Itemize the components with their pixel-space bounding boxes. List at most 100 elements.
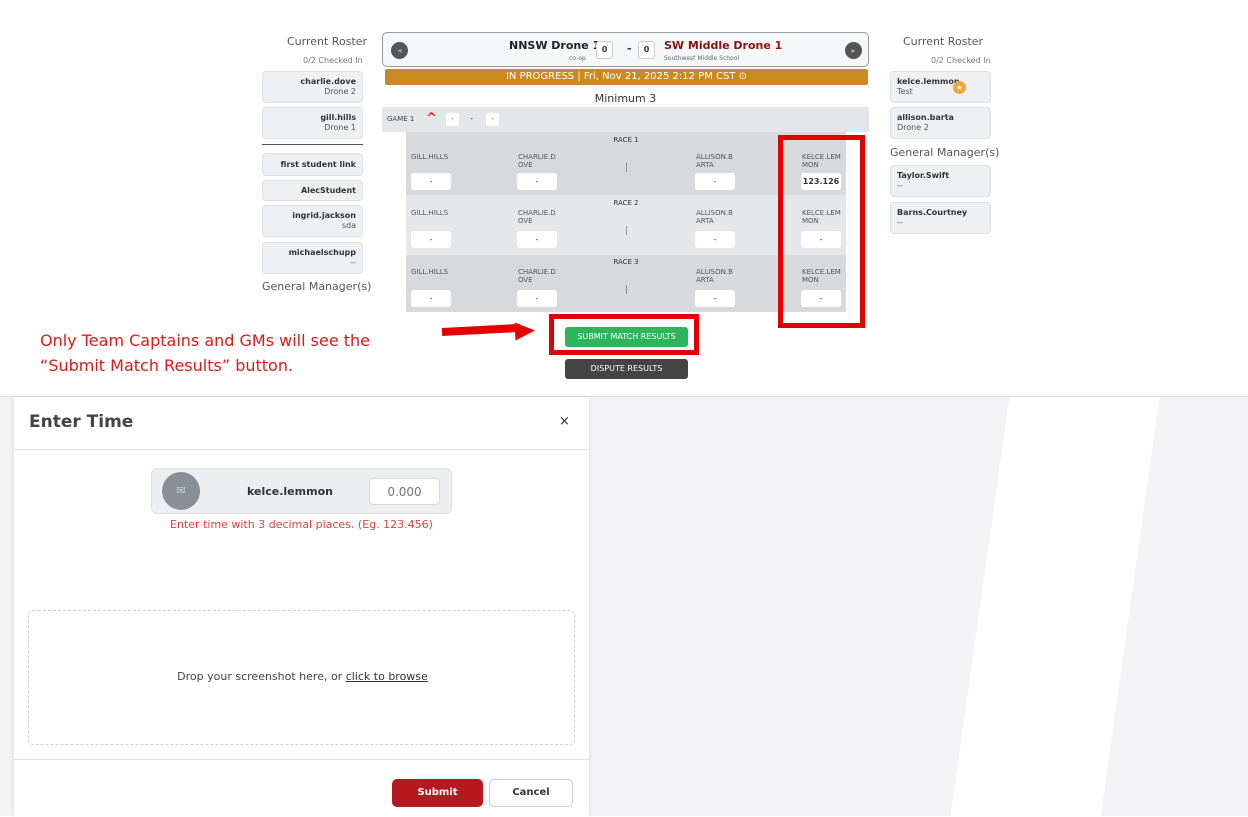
minimum-label: Minimum 3 bbox=[594, 92, 657, 105]
left-roster-member[interactable]: AlecStudent bbox=[262, 180, 363, 201]
close-icon[interactable]: × bbox=[559, 414, 570, 429]
left-roster-member[interactable]: first student link bbox=[262, 153, 363, 176]
race-player: CHARLIE.D OVE bbox=[518, 153, 556, 169]
race-player: GILL.HILLS bbox=[411, 209, 449, 217]
game-bar[interactable]: GAME 1 ^ - - - bbox=[382, 107, 869, 132]
game-score-right: - bbox=[486, 113, 499, 126]
modal-header-divider bbox=[14, 449, 589, 450]
left-roster-title: Current Roster bbox=[287, 35, 368, 48]
away-team-name[interactable]: SW Middle Drone 1 bbox=[664, 39, 782, 52]
time-entry-row: ✉ kelce.lemmon bbox=[151, 468, 452, 514]
home-score: 0 bbox=[596, 41, 613, 59]
away-team-logo-icon[interactable]: ▸ bbox=[845, 42, 862, 59]
race-player: CHARLIE.D OVE bbox=[518, 268, 556, 284]
chevron-up-icon[interactable]: ^ bbox=[426, 111, 437, 126]
right-roster-player[interactable]: allison.barta Drone 2 bbox=[890, 107, 991, 139]
race-time-input[interactable]: - bbox=[411, 290, 451, 307]
game-label: GAME 1 bbox=[387, 115, 415, 123]
right-roster-player[interactable]: kelce.lemmon Test ★ bbox=[890, 71, 991, 103]
browse-link[interactable]: click to browse bbox=[346, 670, 428, 683]
gm-sub: -- bbox=[897, 218, 903, 227]
cancel-button[interactable]: Cancel bbox=[489, 779, 573, 807]
player-sub: Drone 1 bbox=[324, 123, 356, 132]
race-separator: | bbox=[625, 163, 629, 173]
player-name: charlie.dove bbox=[300, 77, 356, 86]
left-roster-member[interactable]: michaelschupp -- bbox=[262, 242, 363, 274]
captain-star-icon: ★ bbox=[953, 81, 966, 94]
race-time-input[interactable]: - bbox=[695, 231, 735, 248]
race-player: GILL.HILLS bbox=[411, 268, 449, 276]
home-team-logo-icon[interactable]: ◂ bbox=[391, 42, 408, 59]
race-time-input[interactable]: - bbox=[411, 173, 451, 190]
annotation-arrow-shaft bbox=[441, 323, 521, 336]
annotation-arrow-head-icon bbox=[514, 321, 536, 341]
member-name: michaelschupp bbox=[288, 248, 356, 257]
left-roster-player[interactable]: gill.hills Drone 1 bbox=[262, 107, 363, 139]
member-name: AlecStudent bbox=[300, 186, 356, 195]
member-sub: -- bbox=[350, 258, 356, 267]
entry-player-name: kelce.lemmon bbox=[247, 485, 333, 498]
background-stripe bbox=[950, 397, 1160, 817]
dropzone-label: Drop your screenshot here, or bbox=[177, 670, 346, 683]
time-hint: Enter time with 3 decimal places. (Eg. 1… bbox=[170, 518, 433, 531]
gm-card[interactable]: Barns.Courtney -- bbox=[890, 202, 991, 234]
home-team-sub: co-op bbox=[569, 55, 586, 62]
modal-footer-divider bbox=[14, 759, 589, 760]
race-time-input[interactable]: - bbox=[517, 231, 557, 248]
race-player: ALLISON.B ARTA bbox=[696, 153, 733, 169]
player-name: allison.barta bbox=[897, 113, 954, 122]
player-sub: Drone 2 bbox=[897, 123, 929, 132]
race-player: ALLISON.B ARTA bbox=[696, 268, 733, 284]
left-gm-title: General Manager(s) bbox=[262, 280, 372, 293]
enter-time-modal: Enter Time × ✉ kelce.lemmon Enter time w… bbox=[14, 397, 589, 817]
race-time-input[interactable]: - bbox=[695, 173, 735, 190]
member-sub: sda bbox=[341, 221, 356, 230]
player-name: gill.hills bbox=[320, 113, 356, 122]
modal-title: Enter Time bbox=[29, 412, 134, 432]
gm-name: Barns.Courtney bbox=[897, 208, 968, 217]
left-roster-player[interactable]: charlie.dove Drone 2 bbox=[262, 71, 363, 103]
member-name: first student link bbox=[280, 160, 356, 169]
race-time-input[interactable]: - bbox=[517, 290, 557, 307]
dispute-results-button[interactable]: DISPUTE RESULTS bbox=[565, 359, 688, 379]
match-panel: Current Roster 0/2 Checked In charlie.do… bbox=[0, 0, 1248, 396]
annotation-text: Only Team Captains and GMs will see the … bbox=[40, 328, 370, 378]
game-score-left: - bbox=[446, 113, 459, 126]
submit-match-results-button[interactable]: SUBMIT MATCH RESULTS bbox=[565, 327, 688, 347]
race-time-input[interactable]: - bbox=[517, 173, 557, 190]
race-separator: | bbox=[625, 285, 629, 295]
match-header: ◂ NNSW Drone 1 co-op 0 - 0 SW Middle Dro… bbox=[382, 32, 869, 67]
gm-name: Taylor.Swift bbox=[897, 171, 950, 180]
race-separator: | bbox=[625, 226, 629, 236]
race-time-input[interactable]: - bbox=[411, 231, 451, 248]
column-highlight-box bbox=[778, 135, 865, 328]
left-roster-member[interactable]: ingrid.jackson sda bbox=[262, 205, 363, 237]
left-roster-checked-in: 0/2 Checked In bbox=[303, 56, 363, 65]
race-player: CHARLIE.D OVE bbox=[518, 209, 556, 225]
screenshot-dropzone[interactable]: Drop your screenshot here, or click to b… bbox=[28, 610, 575, 745]
right-gm-title: General Manager(s) bbox=[890, 146, 1000, 159]
home-team-name[interactable]: NNSW Drone 1 bbox=[509, 39, 600, 52]
gm-sub: -- bbox=[897, 181, 903, 190]
right-roster-checked-in: 0/2 Checked In bbox=[931, 56, 991, 65]
annotation-line: Only Team Captains and GMs will see the bbox=[40, 331, 371, 350]
dropzone-text: Drop your screenshot here, or click to b… bbox=[29, 670, 576, 683]
player-sub: Test bbox=[897, 87, 913, 96]
away-team-sub: Southwest Middle School bbox=[664, 55, 740, 62]
score-dash: - bbox=[627, 42, 632, 55]
annotation-line: “Submit Match Results” button. bbox=[40, 356, 294, 375]
player-name: kelce.lemmon bbox=[897, 77, 960, 86]
race-player: GILL.HILLS bbox=[411, 153, 449, 161]
race-player: ALLISON.B ARTA bbox=[696, 209, 733, 225]
race-time-input[interactable]: - bbox=[695, 290, 735, 307]
right-roster-title: Current Roster bbox=[903, 35, 984, 48]
roster-divider bbox=[262, 144, 363, 145]
submit-button[interactable]: Submit bbox=[392, 779, 483, 807]
match-status-bar[interactable]: IN PROGRESS | Fri, Nov 21, 2025 2:12 PM … bbox=[385, 69, 868, 85]
game-score-dash: - bbox=[470, 114, 473, 123]
avatar: ✉ bbox=[162, 472, 200, 510]
gm-card[interactable]: Taylor.Swift -- bbox=[890, 165, 991, 197]
modal-backdrop: Enter Time × ✉ kelce.lemmon Enter time w… bbox=[0, 396, 1248, 817]
time-input[interactable] bbox=[369, 478, 440, 505]
member-name: ingrid.jackson bbox=[292, 211, 356, 220]
